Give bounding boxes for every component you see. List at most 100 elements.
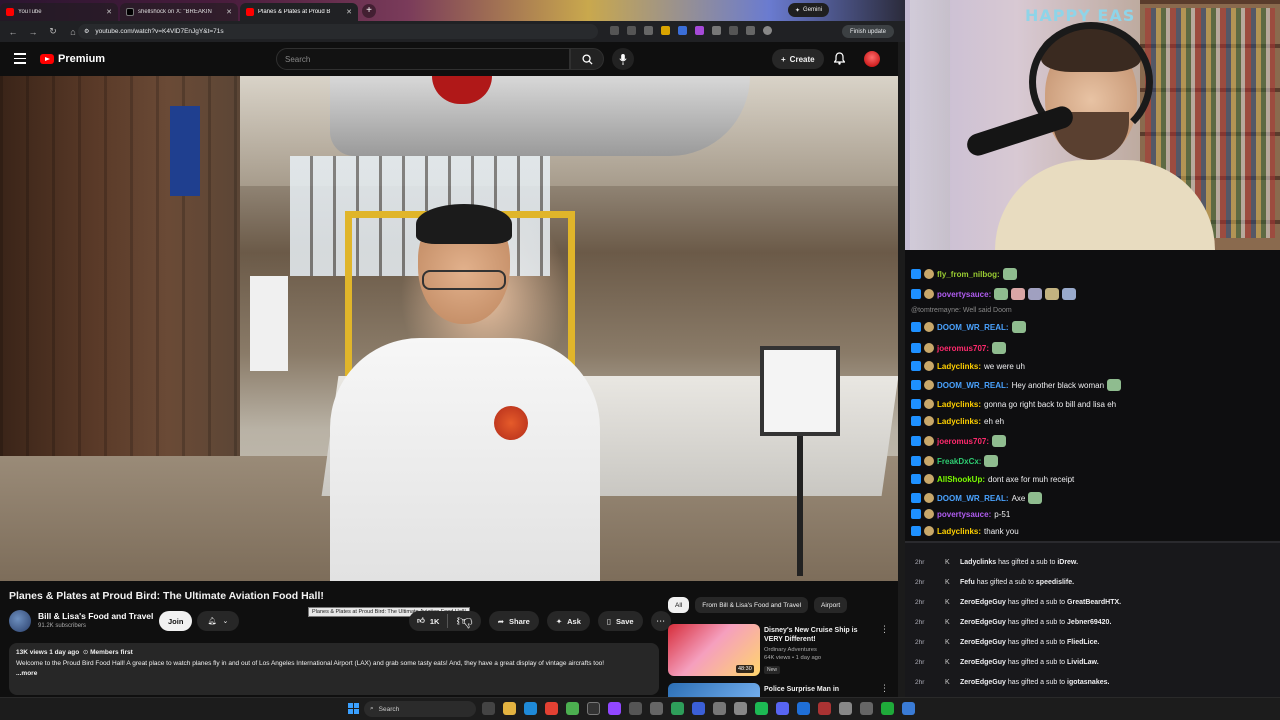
profile-icon[interactable] <box>763 26 772 35</box>
event-target[interactable]: LividLaw. <box>1067 659 1099 666</box>
account-avatar[interactable] <box>864 51 880 67</box>
file-explorer-icon[interactable] <box>503 702 516 715</box>
app-icon[interactable] <box>776 702 789 715</box>
extension-icon[interactable] <box>678 26 687 35</box>
event-target[interactable]: GreatBeardHTX. <box>1067 599 1121 606</box>
more-vert-icon[interactable]: ⋮ <box>880 683 889 694</box>
join-button[interactable]: Join <box>159 611 193 631</box>
related-channel[interactable]: Ordinary Adventures <box>764 646 821 654</box>
app-icon[interactable] <box>818 702 831 715</box>
extension-icon[interactable] <box>695 26 704 35</box>
chat-username[interactable]: joeromus707: <box>937 437 989 446</box>
app-icon[interactable] <box>713 702 726 715</box>
chat-message[interactable]: Ladyclinks: thank you <box>911 526 1019 536</box>
taskbar-search[interactable]: ⌕ Search <box>364 701 476 717</box>
chat-message[interactable]: DOOM_WR_REAL: <box>911 321 1026 333</box>
chip-from-channel[interactable]: From Bill & Lisa's Food and Travel <box>695 597 809 613</box>
chat-username[interactable]: Ladyclinks: <box>937 362 981 371</box>
bookmark-star-icon[interactable] <box>644 26 653 35</box>
site-info-icon[interactable]: ⚙ <box>84 28 89 35</box>
show-more-link[interactable]: ...more <box>16 669 652 680</box>
video-thumbnail[interactable] <box>668 683 760 697</box>
search-button[interactable] <box>570 48 604 70</box>
app-icon[interactable] <box>860 702 873 715</box>
event-target[interactable]: igotasnakes. <box>1067 679 1109 686</box>
task-view-icon[interactable] <box>482 702 495 715</box>
menu-icon[interactable] <box>14 53 26 67</box>
browser-tab[interactable]: shellshock on X: "BREAKIN ✕ <box>120 3 238 21</box>
chat-message[interactable]: AllShookUp: dont axe for muh receipt <box>911 474 1074 484</box>
browser-tab[interactable]: YouTube ✕ <box>0 3 118 21</box>
subscribed-button[interactable]: 🔔︎ ⌄ <box>197 611 239 631</box>
chat-username[interactable]: Ladyclinks: <box>937 527 981 536</box>
app-icon[interactable] <box>650 702 663 715</box>
event-user[interactable]: ZeroEdgeGuy <box>960 679 1006 686</box>
app-icon[interactable] <box>692 702 705 715</box>
voice-search-button[interactable] <box>612 48 634 70</box>
related-title[interactable]: Police Surprise Man in <box>764 685 874 694</box>
app-icon[interactable] <box>881 702 894 715</box>
chat-message[interactable]: Ladyclinks: eh eh <box>911 416 1004 426</box>
search-input[interactable]: Search <box>276 48 570 70</box>
more-vert-icon[interactable]: ⋮ <box>880 624 889 635</box>
event-user[interactable]: Ladyclinks <box>960 559 996 566</box>
description-box[interactable]: 13K views 1 day ago ⊙ Members first Welc… <box>9 643 659 695</box>
chrome-icon[interactable] <box>566 702 579 715</box>
event-target[interactable]: FliedLice. <box>1067 639 1099 646</box>
close-tab-icon[interactable]: ✕ <box>346 8 352 16</box>
event-user[interactable]: ZeroEdgeGuy <box>960 599 1006 606</box>
puzzle-icon[interactable] <box>746 26 755 35</box>
browser-tab-active[interactable]: Planes & Plates at Proud B ✕ <box>240 3 358 21</box>
extension-icon[interactable] <box>712 26 721 35</box>
page-scrollbar[interactable] <box>898 42 905 697</box>
close-tab-icon[interactable]: ✕ <box>226 8 232 16</box>
zoom-icon[interactable] <box>610 26 619 35</box>
chat-username[interactable]: povertysauce: <box>937 290 991 299</box>
related-video[interactable]: 48:30 Disney's New Cruise Ship is VERY D… <box>668 624 898 680</box>
event-target[interactable]: Jebner69420. <box>1067 619 1111 626</box>
close-tab-icon[interactable]: ✕ <box>106 8 112 16</box>
extension-icon[interactable] <box>729 26 738 35</box>
chat-username[interactable]: Ladyclinks: <box>937 400 981 409</box>
ask-button[interactable]: ✦ Ask <box>546 611 590 631</box>
app-icon[interactable] <box>734 702 747 715</box>
home-icon[interactable]: ⌂ <box>68 27 78 37</box>
event-target[interactable]: iDrew. <box>1057 559 1078 566</box>
event-target[interactable]: speedislife. <box>1036 579 1074 586</box>
chat-message[interactable]: Ladyclinks: gonna go right back to bill a… <box>911 399 1116 409</box>
app-icon[interactable] <box>839 702 852 715</box>
related-title[interactable]: Disney's New Cruise Ship is VERY Differe… <box>764 626 874 644</box>
like-button[interactable]: 👍︎ 1K <box>409 614 449 628</box>
chat-username[interactable]: DOOM_WR_REAL: <box>937 494 1009 503</box>
chat-reply[interactable]: @tomtremayne: Well said Doom <box>911 307 1012 314</box>
app-icon[interactable] <box>629 702 642 715</box>
address-bar[interactable]: ⚙ youtube.com/watch?v=K4VlD7EnJgY&t=71s <box>78 24 598 39</box>
app-icon[interactable] <box>797 702 810 715</box>
back-icon[interactable]: ← <box>8 27 18 37</box>
app-icon[interactable] <box>902 702 915 715</box>
app-icon[interactable] <box>671 702 684 715</box>
new-tab-button[interactable]: + <box>362 3 376 18</box>
save-button[interactable]: ▯ Save <box>597 611 643 631</box>
youtube-logo[interactable]: Premium <box>40 53 105 65</box>
chat-message[interactable]: DOOM_WR_REAL: Axe <box>911 492 1043 504</box>
chat-message[interactable]: fly_from_nilbog: <box>911 268 1017 280</box>
reload-icon[interactable]: ↻ <box>48 26 58 37</box>
windows-start-icon[interactable] <box>348 703 359 714</box>
chat-username[interactable]: FreakDxCx: <box>937 457 981 466</box>
chat-username[interactable]: DOOM_WR_REAL: <box>937 323 1009 332</box>
chat-username[interactable]: DOOM_WR_REAL: <box>937 381 1009 390</box>
chat-username[interactable]: joeromus707: <box>937 344 989 353</box>
video-player[interactable] <box>0 76 900 581</box>
obs-icon[interactable] <box>587 702 600 715</box>
gemini-button[interactable]: ✦ Gemini <box>788 3 830 17</box>
chat-username[interactable]: povertysauce: <box>937 510 991 519</box>
chrome-icon[interactable] <box>545 702 558 715</box>
notifications-button[interactable] <box>833 52 846 70</box>
channel-avatar[interactable] <box>9 610 31 632</box>
chat-username[interactable]: AllShookUp: <box>937 475 985 484</box>
channel-name[interactable]: Bill & Lisa's Food and Travel <box>38 611 153 621</box>
cast-icon[interactable] <box>627 26 636 35</box>
chat-message[interactable]: joeromus707: <box>911 342 1007 354</box>
app-icon[interactable] <box>755 702 768 715</box>
